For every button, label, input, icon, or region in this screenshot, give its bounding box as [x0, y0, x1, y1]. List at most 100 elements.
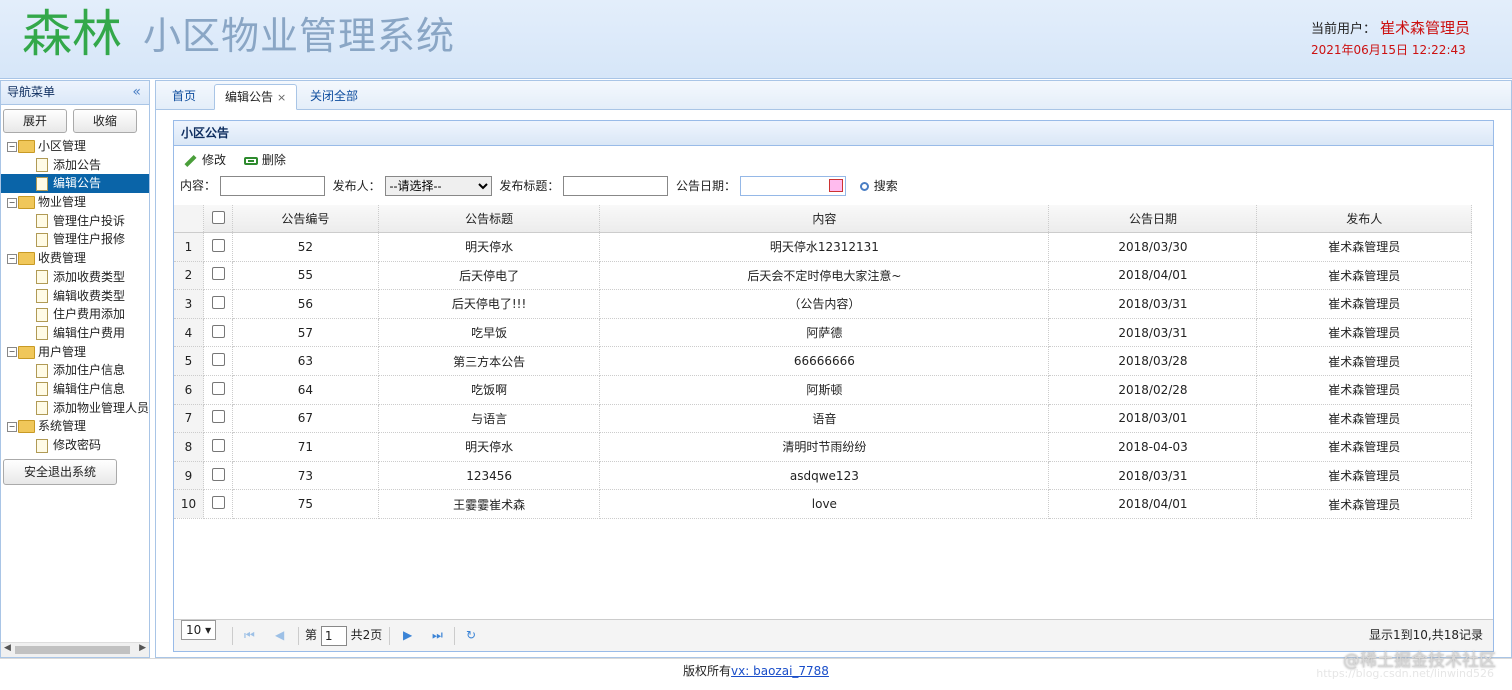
row-checkbox[interactable]	[211, 324, 225, 338]
edit-button[interactable]: 修改	[184, 151, 226, 168]
row-checkbox-cell[interactable]	[203, 489, 233, 519]
sidebar-group[interactable]: − 系统管理	[1, 417, 149, 436]
table-row[interactable]: 6 64 吃饭啊 阿斯顿 2018/02/28 崔术森管理员	[174, 375, 1472, 405]
scroll-thumb[interactable]	[15, 646, 130, 654]
scroll-right-icon[interactable]: ▶	[139, 643, 146, 653]
cell-id: 73	[232, 461, 379, 491]
sidebar-item[interactable]: 编辑住户费用	[1, 324, 149, 343]
calendar-icon[interactable]	[828, 178, 843, 192]
sidebar-item-label: 添加物业管理人员	[53, 400, 150, 415]
sidebar-group[interactable]: − 用户管理	[1, 343, 149, 362]
table-row[interactable]: 7 67 与语言 语音 2018/03/01 崔术森管理员	[174, 404, 1472, 434]
row-number: 1	[174, 232, 204, 262]
col-title[interactable]: 公告标题	[378, 205, 601, 233]
file-icon	[36, 232, 48, 247]
page-number-input[interactable]: 1	[320, 625, 347, 646]
first-page-icon[interactable]: ⏮	[244, 620, 255, 651]
col-id[interactable]: 公告编号	[232, 205, 379, 233]
sidebar-item[interactable]: 添加物业管理人员	[1, 399, 149, 418]
search-button[interactable]: 搜索	[859, 179, 898, 193]
date-input[interactable]	[739, 175, 846, 196]
sidebar-item[interactable]: 添加住户信息	[1, 361, 149, 380]
row-checkbox-cell[interactable]	[203, 461, 233, 491]
tab-home[interactable]: 首页	[162, 84, 206, 108]
col-publisher[interactable]: 发布人	[1256, 205, 1472, 233]
sidebar-item[interactable]: 管理住户报修	[1, 230, 149, 249]
publisher-select[interactable]: --请选择--	[384, 175, 492, 196]
row-checkbox[interactable]	[211, 295, 225, 309]
sidebar-group[interactable]: − 收费管理	[1, 249, 149, 268]
col-content[interactable]: 内容	[599, 205, 1050, 233]
close-tab-icon[interactable]: ×	[277, 91, 286, 104]
sidebar-item[interactable]: 编辑收费类型	[1, 287, 149, 306]
file-icon	[36, 270, 48, 285]
last-page-icon[interactable]: ⏭	[432, 620, 443, 651]
title-input[interactable]	[563, 175, 669, 196]
date-label: 公告日期：	[676, 178, 737, 193]
sidebar-item[interactable]: 编辑公告	[1, 174, 149, 194]
table-row[interactable]: 10 75 王霎霎崔术森 love 2018/04/01 崔术森管理员	[174, 489, 1472, 519]
scroll-left-icon[interactable]: ◀	[4, 643, 11, 653]
tab-edit-notice[interactable]: 编辑公告 ×	[214, 84, 298, 110]
collapse-node-icon[interactable]: −	[7, 347, 17, 358]
sidebar-item[interactable]: 修改密码	[1, 436, 149, 455]
collapse-node-icon[interactable]: −	[7, 421, 17, 432]
tab-close-all[interactable]: 关闭全部	[300, 84, 368, 108]
collapse-sidebar-icon[interactable]: «	[132, 81, 141, 104]
refresh-icon[interactable]: ↻	[466, 620, 476, 651]
row-checkbox[interactable]	[211, 238, 225, 252]
select-all-checkbox[interactable]	[211, 210, 225, 224]
row-checkbox-cell[interactable]	[203, 232, 233, 262]
contact-link[interactable]: vx: baozai_7788	[731, 664, 829, 678]
row-checkbox-cell[interactable]	[203, 404, 233, 434]
row-checkbox-cell[interactable]	[203, 375, 233, 405]
cell-date: 2018/03/31	[1048, 461, 1258, 491]
select-all-checkbox-cell[interactable]	[203, 205, 233, 233]
row-number: 6	[174, 375, 204, 405]
sidebar-group[interactable]: − 小区管理	[1, 137, 149, 156]
logout-button[interactable]: 安全退出系统	[3, 458, 117, 485]
row-checkbox[interactable]	[211, 267, 225, 281]
sidebar-group[interactable]: − 物业管理	[1, 193, 149, 212]
cell-id: 64	[232, 375, 379, 405]
tab-bar: 首页 编辑公告 × 关闭全部	[156, 81, 1511, 110]
row-checkbox-cell[interactable]	[203, 261, 233, 291]
table-row[interactable]: 1 52 明天停水 明天停水12312131 2018/03/30 崔术森管理员	[174, 232, 1472, 262]
sidebar-item[interactable]: 添加公告	[1, 156, 149, 175]
table-row[interactable]: 9 73 123456 asdqwe123 2018/03/31 崔术森管理员	[174, 461, 1472, 491]
collapse-node-icon[interactable]: −	[7, 197, 17, 208]
table-row[interactable]: 4 57 吃早饭 阿萨德 2018/03/31 崔术森管理员	[174, 318, 1472, 348]
prev-page-icon[interactable]: ◀	[275, 620, 284, 651]
table-row[interactable]: 8 71 明天停水 清明时节雨纷纷 2018-04-03 崔术森管理员	[174, 432, 1472, 462]
tab-edit-notice-label: 编辑公告	[225, 90, 274, 104]
row-checkbox-cell[interactable]	[203, 432, 233, 462]
row-checkbox[interactable]	[211, 353, 225, 367]
sidebar-item-label: 管理住户投诉	[53, 213, 126, 228]
sidebar-item[interactable]: 添加收费类型	[1, 268, 149, 287]
collapse-node-icon[interactable]: −	[7, 253, 17, 264]
table-row[interactable]: 5 63 第三方本公告 66666666 2018/03/28 崔术森管理员	[174, 346, 1472, 376]
sidebar-item[interactable]: 住户费用添加	[1, 305, 149, 324]
collapse-node-icon[interactable]: −	[7, 141, 17, 152]
expand-all-button[interactable]: 展开	[3, 109, 67, 133]
content-input[interactable]	[219, 175, 325, 196]
collapse-all-button[interactable]: 收缩	[72, 109, 137, 133]
row-checkbox[interactable]	[211, 438, 225, 452]
page-size-select[interactable]: 10 ▾	[181, 620, 217, 640]
sidebar-item[interactable]: 管理住户投诉	[1, 212, 149, 231]
row-checkbox[interactable]	[211, 467, 225, 481]
sidebar-item[interactable]: 编辑住户信息	[1, 380, 149, 399]
next-page-icon[interactable]: ▶	[403, 620, 412, 651]
table-row[interactable]: 3 56 后天停电了!!! （公告内容） 2018/03/31 崔术森管理员	[174, 289, 1472, 319]
row-checkbox[interactable]	[211, 381, 225, 395]
row-checkbox[interactable]	[211, 496, 225, 510]
sidebar-scrollbar[interactable]: ◀ ▶	[1, 642, 149, 657]
row-checkbox-cell[interactable]	[203, 289, 233, 319]
table-row[interactable]: 2 55 后天停电了 后天会不定时停电大家注意~ 2018/04/01 崔术森管理员	[174, 261, 1472, 291]
file-icon	[36, 382, 48, 397]
delete-button[interactable]: 删除	[243, 151, 286, 168]
row-checkbox-cell[interactable]	[203, 318, 233, 348]
col-date[interactable]: 公告日期	[1048, 205, 1258, 233]
row-checkbox[interactable]	[211, 410, 225, 424]
row-checkbox-cell[interactable]	[203, 346, 233, 376]
